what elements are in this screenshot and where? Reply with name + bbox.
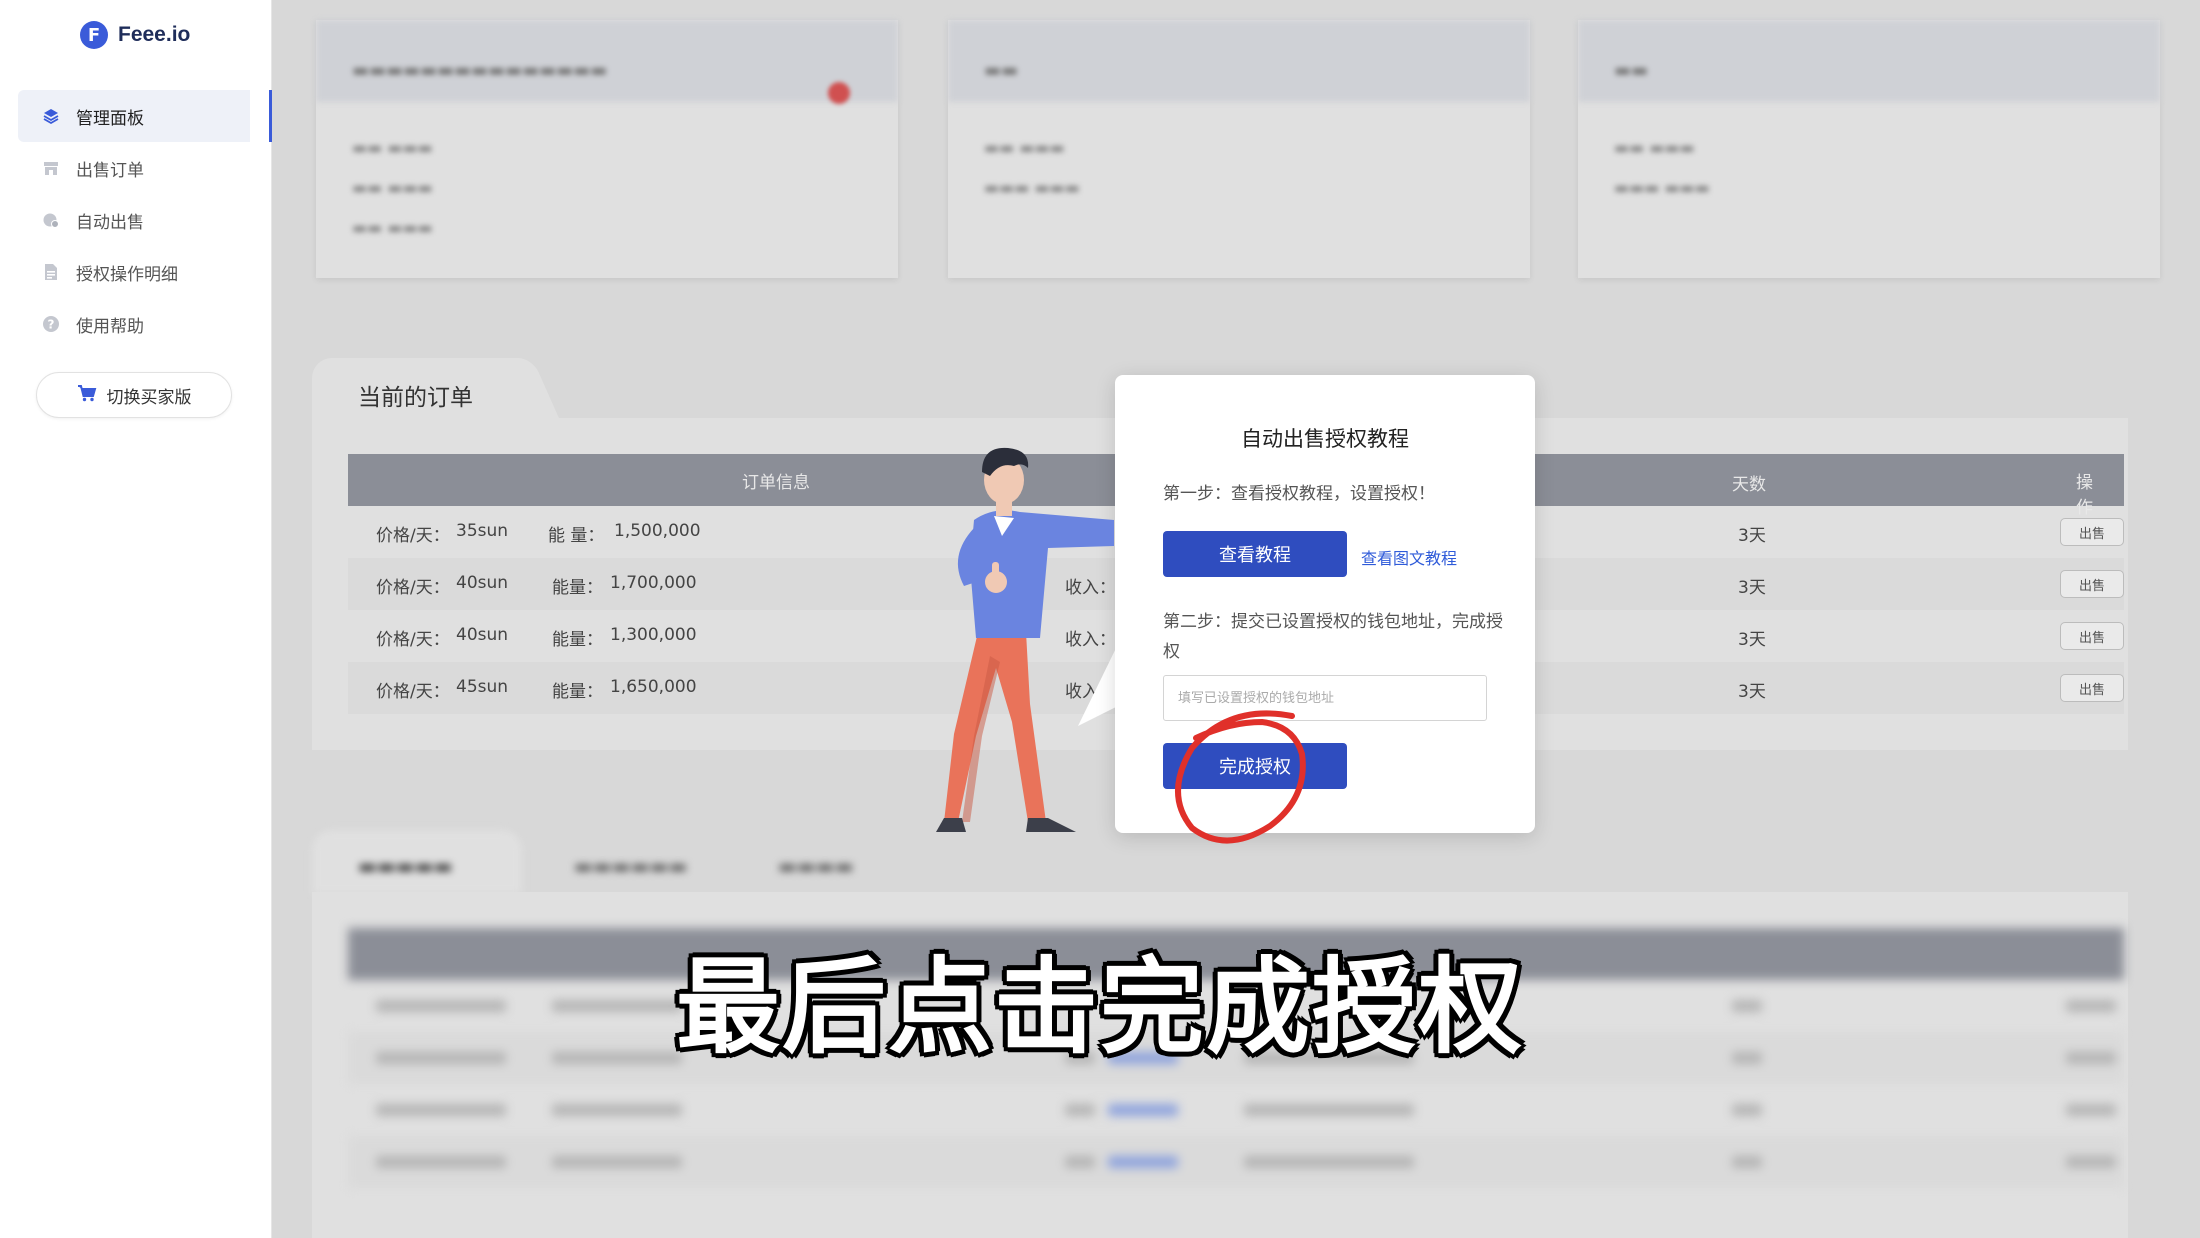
energy-label: 能 量： [548, 526, 605, 546]
price-value: 35sun [456, 521, 509, 541]
energy-label: 能量： [552, 682, 603, 702]
logo-icon: F [80, 21, 108, 49]
switch-to-buyer-button[interactable]: 切换买家版 [36, 372, 232, 418]
sell-button[interactable]: 出售 [2060, 674, 2124, 702]
sidebar-item-label: 使用帮助 [76, 316, 144, 337]
energy-value: 1,300,000 [610, 625, 697, 645]
sidebar-item-label: 自动出售 [76, 212, 144, 233]
price-label: 价格/天： [376, 578, 450, 598]
sidebar-item-auth-details[interactable]: 授权操作明细 [18, 246, 250, 298]
sidebar-item-label: 管理面板 [76, 108, 144, 129]
sidebar-item-dashboard[interactable]: 管理面板 [18, 90, 272, 142]
modal-title: 自动出售授权教程 [1241, 427, 1409, 451]
help-icon: ? [42, 315, 60, 333]
card-header: ▬▬ [948, 20, 1530, 102]
price-value: 40sun [456, 625, 509, 645]
cart-icon [77, 384, 97, 407]
sidebar-nav: 管理面板 出售订单 自动出售 授权操作明细 ? 使用帮助 [18, 90, 272, 350]
card-body: ▬▬ ▬▬▬ ▬▬ ▬▬▬ ▬▬ ▬▬▬ [352, 138, 433, 237]
logo[interactable]: F Feee.io [80, 20, 190, 50]
svg-text:?: ? [48, 318, 55, 332]
sell-button[interactable]: 出售 [2060, 570, 2124, 598]
sell-button[interactable]: 出售 [2060, 518, 2124, 546]
card-header: ▬▬ [1578, 20, 2160, 102]
step2-text: 第二步：提交已设置授权的钱包地址，完成授权 [1163, 612, 1503, 662]
tab-blurred-3[interactable]: ▬▬▬▬ [732, 830, 900, 894]
layers-icon [42, 107, 60, 125]
energy-label: 能量： [552, 630, 603, 650]
sidebar-item-label: 授权操作明细 [76, 264, 178, 285]
energy-value: 1,650,000 [610, 677, 697, 697]
bandwidth-card: ▬▬ ▬▬ ▬▬▬ ▬▬▬ ▬▬▬ [1578, 20, 2160, 278]
logo-text: Feee.io [118, 23, 191, 46]
sidebar-item-help[interactable]: ? 使用帮助 [18, 298, 250, 350]
auto-sell-icon [42, 211, 60, 229]
bottom-tabs: ▬▬▬▬▬ ▬▬▬▬▬▬ ▬▬▬▬ [312, 830, 932, 894]
price-value: 40sun [456, 573, 509, 593]
price-value: 45sun [456, 677, 509, 697]
card-body: ▬▬ ▬▬▬ ▬▬▬ ▬▬▬ [1614, 138, 1710, 197]
store-icon [42, 159, 60, 177]
energy-value: 1,700,000 [610, 573, 697, 593]
table-row [348, 1084, 2124, 1136]
view-tutorial-button[interactable]: 查看教程 [1163, 531, 1347, 577]
document-icon [42, 263, 60, 281]
tab-blurred-1[interactable]: ▬▬▬▬▬ [312, 830, 522, 894]
annotation-circle [1175, 710, 1306, 844]
table-row [348, 1136, 2124, 1188]
energy-card: ▬▬ ▬▬ ▬▬▬ ▬▬▬ ▬▬▬ [948, 20, 1530, 278]
card-body: ▬▬ ▬▬▬ ▬▬▬ ▬▬▬ [984, 138, 1080, 197]
sidebar-item-auto-sell[interactable]: 自动出售 [18, 194, 250, 246]
view-text-tutorial-link[interactable]: 查看图文教程 [1361, 545, 1457, 569]
days-value: 3天 [1738, 682, 1766, 702]
status-dot [828, 82, 850, 104]
person-illustration [936, 447, 1114, 832]
switch-to-buyer-label: 切换买家版 [106, 387, 192, 408]
tab-blurred-2[interactable]: ▬▬▬▬▬▬ [528, 830, 733, 894]
video-caption: 最后点击完成授权 [675, 946, 1524, 1068]
price-label: 价格/天： [376, 682, 450, 702]
wallet-card: ▬▬▬▬▬▬▬▬▬▬▬▬▬▬▬ ▬▬ ▬▬▬ ▬▬ ▬▬▬ ▬▬ ▬▬▬ [316, 20, 898, 278]
step1-text: 第一步：查看授权教程，设置授权！ [1163, 484, 1435, 504]
days-value: 3天 [1738, 630, 1766, 650]
energy-value: 1,500,000 [614, 521, 701, 541]
sidebar-item-sell-orders[interactable]: 出售订单 [18, 142, 250, 194]
energy-label: 能量： [552, 578, 603, 598]
sidebar-item-label: 出售订单 [76, 160, 144, 181]
price-label: 价格/天： [376, 630, 450, 650]
column-order-info: 订单信息 [742, 473, 810, 493]
tab-current-orders[interactable]: 当前的订单 [312, 358, 524, 420]
days-value: 3天 [1738, 526, 1766, 546]
days-value: 3天 [1738, 578, 1766, 598]
column-days: 天数 [1732, 475, 1766, 495]
price-label: 价格/天： [376, 526, 450, 546]
card-header: ▬▬▬▬▬▬▬▬▬▬▬▬▬▬▬ [316, 20, 898, 102]
sell-button[interactable]: 出售 [2060, 622, 2124, 650]
